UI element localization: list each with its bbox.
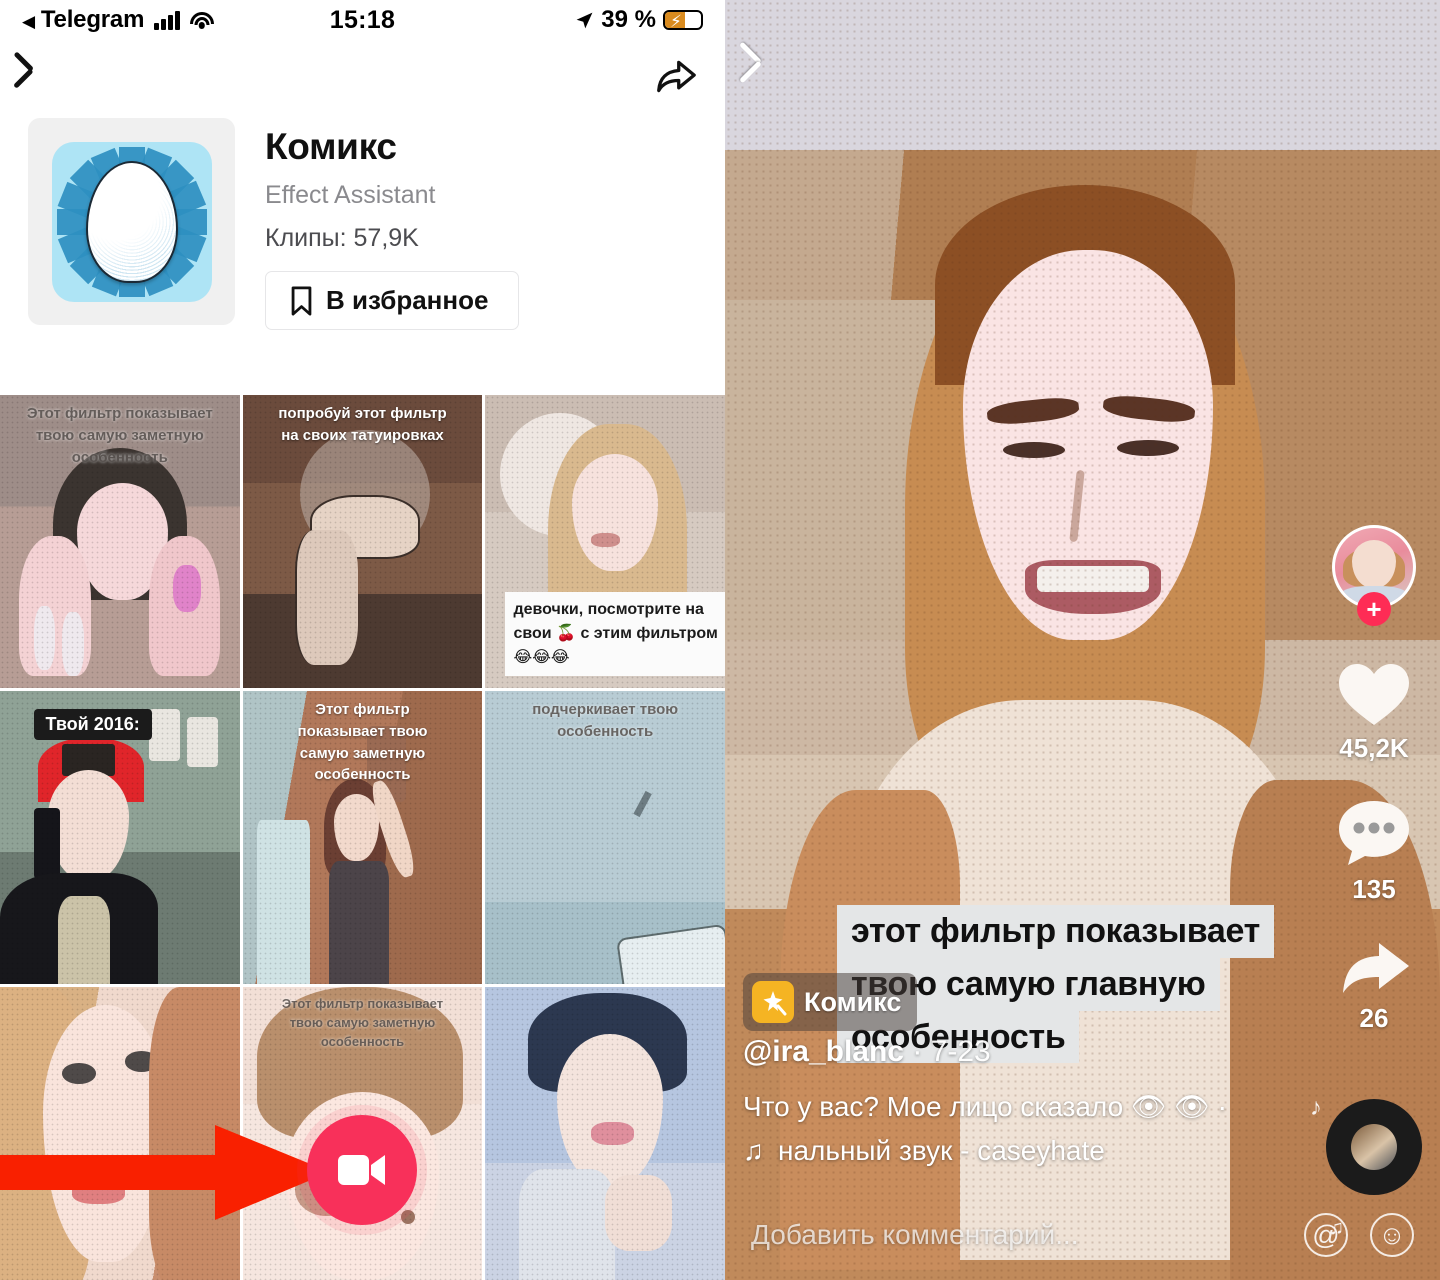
grid-tile-4[interactable]: Твой 2016:	[0, 691, 240, 984]
comment-count: 135	[1352, 874, 1396, 904]
grid-tile-caption: подчеркивает твою особенность	[532, 701, 679, 740]
status-bar: ◀ Telegram 15:18 39 % ⚡	[0, 0, 725, 40]
music-disc-button[interactable]	[1326, 1099, 1422, 1195]
share-button[interactable]	[653, 56, 699, 96]
author-avatar-button[interactable]: +	[1332, 525, 1416, 626]
grid-tile-caption: Этот фильтр показывает твою самую заметн…	[26, 405, 213, 466]
effect-clip-count: Клипы: 57,9K	[265, 224, 419, 252]
pointer-arrow-annotation	[0, 1125, 330, 1220]
effect-header: Комикс Effect Assistant Клипы: 57,9K В и…	[0, 112, 725, 330]
grid-tile-boxed-caption: девочки, посмотрите на свои 🍒 с этим фил…	[504, 592, 725, 677]
overlay-caption-line-1: этот фильтр показывает	[837, 905, 1275, 958]
avatar-face	[1352, 539, 1396, 588]
nav-bar	[0, 40, 725, 112]
effect-title: Комикс	[265, 126, 397, 167]
share-arrow-icon	[1343, 943, 1409, 993]
video-music-row[interactable]: ♫ нальный звук - caseyhate	[743, 1135, 1105, 1167]
video-author-row[interactable]: @ira_blanc · 7-23	[743, 1035, 991, 1069]
at-icon[interactable]: @	[1304, 1213, 1348, 1257]
add-to-favorites-button[interactable]: В избранное	[265, 271, 520, 330]
video-action-rail: + 45,2K 135 26	[1324, 525, 1424, 1068]
app-screen: ◀ Telegram 15:18 39 % ⚡ Комикс Effect As…	[0, 0, 1440, 1280]
grid-tile-dark-caption: Твой 2016:	[33, 708, 152, 740]
share-button[interactable]: 26	[1337, 939, 1411, 1034]
heart-icon	[1339, 664, 1409, 725]
like-count: 45,2K	[1339, 733, 1409, 763]
grid-tile-6[interactable]: подчеркивает твою особенность	[485, 691, 725, 984]
video-date: 7-23	[930, 1035, 991, 1068]
grid-tile-9[interactable]	[485, 987, 725, 1280]
comment-bubble-icon	[1339, 801, 1409, 865]
battery-charging-icon: ⚡	[663, 10, 703, 30]
grid-tile-5[interactable]: Этот фильтр показывает твою самую заметн…	[242, 691, 483, 984]
grid-tile-3[interactable]: девочки, посмотрите на свои 🍒 с этим фил…	[485, 395, 725, 688]
back-button[interactable]	[26, 57, 48, 95]
effect-author: Effect Assistant	[265, 181, 436, 209]
effect-detail-panel: ◀ Telegram 15:18 39 % ⚡ Комикс Effect As…	[0, 0, 725, 1280]
effect-thumbnail	[28, 118, 235, 325]
music-note-icon: ♫	[743, 1135, 764, 1166]
grid-tile-caption: Этот фильтр показывает твою самую заметн…	[281, 996, 444, 1049]
follow-button[interactable]: +	[1357, 592, 1391, 626]
video-player-panel: + 45,2K 135 26 ♪ ♫ этот фильтр показывае…	[725, 0, 1440, 1280]
record-button[interactable]	[307, 1115, 417, 1225]
effect-meta: Комикс Effect Assistant Клипы: 57,9K В и…	[265, 118, 520, 330]
music-note-floating-icon: ♪	[1310, 1094, 1322, 1121]
bookmark-icon	[291, 285, 312, 316]
grid-tile-caption: Этот фильтр показывает твою самую заметн…	[297, 701, 428, 784]
video-back-button[interactable]	[755, 48, 777, 88]
music-disc-art	[1351, 1124, 1397, 1170]
grid-tile-caption: попробуй этот фильтр на своих татуировка…	[278, 405, 447, 444]
video-username[interactable]: @ira_blanc	[743, 1035, 904, 1068]
add-to-favorites-label: В избранное	[326, 285, 489, 315]
effect-badge-label: Комикс	[804, 986, 902, 1017]
music-title: нальный звук - caseyhate	[778, 1135, 1105, 1166]
grid-tile-2[interactable]: попробуй этот фильтр на своих татуировка…	[242, 395, 483, 688]
battery-percent-label: 39 %	[601, 6, 656, 33]
comment-bar: Добавить комментарий... @ ☺	[725, 1190, 1440, 1280]
comment-input[interactable]: Добавить комментарий...	[751, 1219, 1282, 1251]
magic-wand-icon	[752, 981, 794, 1023]
video-camera-icon	[338, 1155, 385, 1185]
status-bar-right: 39 % ⚡	[575, 6, 703, 34]
video-description: Что у вас? Мое лицо сказало 👁 👁 ·	[743, 1091, 1227, 1122]
like-button[interactable]: 45,2K	[1337, 661, 1411, 764]
share-count: 26	[1359, 1003, 1389, 1033]
grid-tile-1[interactable]: Этот фильтр показывает твою самую заметн…	[0, 395, 240, 688]
comment-button[interactable]: 135	[1337, 798, 1411, 905]
comic-burst-icon	[51, 141, 212, 302]
emoji-smile-icon[interactable]: ☺	[1370, 1213, 1414, 1257]
effect-badge-button[interactable]: Комикс	[743, 973, 918, 1031]
location-arrow-icon	[576, 12, 593, 28]
